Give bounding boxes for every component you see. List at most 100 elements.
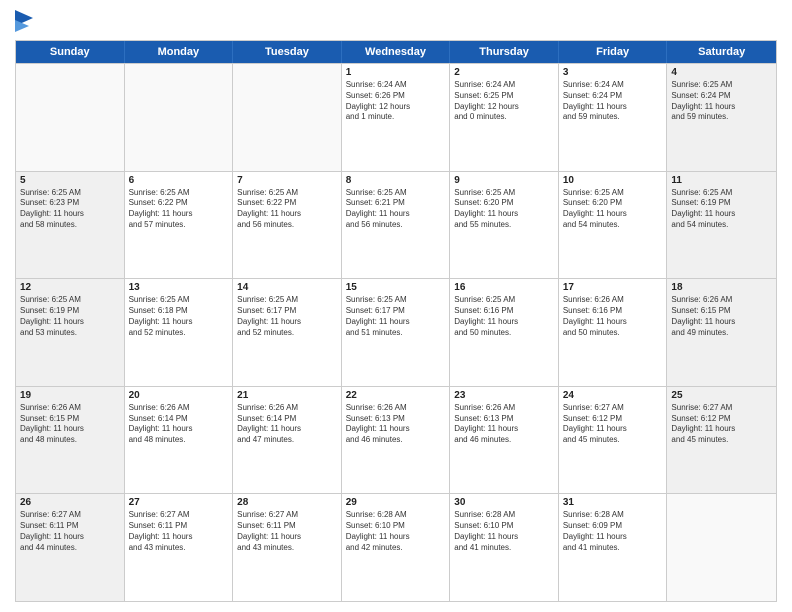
- calendar-cell: 6 Sunrise: 6:25 AM Sunset: 6:22 PM Daylig…: [125, 172, 234, 279]
- cell-info: Sunrise: 6:24 AM Sunset: 6:25 PM Dayligh…: [454, 80, 554, 123]
- calendar-row: 19 Sunrise: 6:26 AM Sunset: 6:15 PM Dayli…: [16, 386, 776, 494]
- weekday-header: Thursday: [450, 41, 559, 63]
- calendar-cell: 15Sunrise: 6:25 AM Sunset: 6:17 PM Dayli…: [342, 279, 451, 386]
- day-number: 8: [346, 175, 446, 186]
- calendar-cell: 20 Sunrise: 6:26 AM Sunset: 6:14 PM Dayli…: [125, 387, 234, 494]
- calendar-cell: 14 Sunrise: 6:25 AM Sunset: 6:17 PM Dayli…: [233, 279, 342, 386]
- calendar-cell: 2 Sunrise: 6:24 AM Sunset: 6:25 PM Daylig…: [450, 64, 559, 171]
- cell-info: Sunrise: 6:26 AM Sunset: 6:15 PM Dayligh…: [671, 295, 772, 338]
- calendar-cell: 12 Sunrise: 6:25 AM Sunset: 6:19 PM Dayli…: [16, 279, 125, 386]
- calendar-cell: 31 Sunrise: 6:28 AM Sunset: 6:09 PM Dayli…: [559, 494, 668, 601]
- cell-info: Sunrise: 6:27 AM Sunset: 6:11 PM Dayligh…: [129, 510, 229, 553]
- day-number: 30: [454, 497, 554, 508]
- calendar-cell: 8 Sunrise: 6:25 AM Sunset: 6:21 PM Daylig…: [342, 172, 451, 279]
- cell-info: Sunrise: 6:25 AM Sunset: 6:17 PM Dayligh…: [346, 295, 446, 338]
- cell-info: Sunrise: 6:28 AM Sunset: 6:09 PM Dayligh…: [563, 510, 663, 553]
- calendar-cell: 28 Sunrise: 6:27 AM Sunset: 6:11 PM Dayli…: [233, 494, 342, 601]
- day-number: 27: [129, 497, 229, 508]
- cell-info: Sunrise: 6:25 AM Sunset: 6:19 PM Dayligh…: [671, 188, 772, 231]
- cell-info: Sunrise: 6:26 AM Sunset: 6:14 PM Dayligh…: [129, 403, 229, 446]
- calendar-cell: 23Sunrise: 6:26 AM Sunset: 6:13 PM Dayli…: [450, 387, 559, 494]
- calendar-cell: 18 Sunrise: 6:26 AM Sunset: 6:15 PM Dayli…: [667, 279, 776, 386]
- cell-info: Sunrise: 6:26 AM Sunset: 6:14 PM Dayligh…: [237, 403, 337, 446]
- weekday-header: Wednesday: [342, 41, 451, 63]
- cell-info: Sunrise: 6:25 AM Sunset: 6:17 PM Dayligh…: [237, 295, 337, 338]
- day-number: 12: [20, 282, 120, 293]
- day-number: 25: [671, 390, 772, 401]
- logo-icon: [15, 10, 33, 34]
- weekday-header: Saturday: [667, 41, 776, 63]
- calendar-header: SundayMondayTuesdayWednesdayThursdayFrid…: [16, 41, 776, 63]
- day-number: 2: [454, 67, 554, 78]
- cell-info: Sunrise: 6:28 AM Sunset: 6:10 PM Dayligh…: [346, 510, 446, 553]
- day-number: 26: [20, 497, 120, 508]
- calendar-row: 1Sunrise: 6:24 AM Sunset: 6:26 PM Daylig…: [16, 63, 776, 171]
- cell-info: Sunrise: 6:27 AM Sunset: 6:11 PM Dayligh…: [237, 510, 337, 553]
- calendar-cell: 26 Sunrise: 6:27 AM Sunset: 6:11 PM Dayli…: [16, 494, 125, 601]
- calendar-cell: 5Sunrise: 6:25 AM Sunset: 6:23 PM Daylig…: [16, 172, 125, 279]
- calendar-cell: 22Sunrise: 6:26 AM Sunset: 6:13 PM Dayli…: [342, 387, 451, 494]
- calendar-cell: 30 Sunrise: 6:28 AM Sunset: 6:10 PM Dayli…: [450, 494, 559, 601]
- day-number: 3: [563, 67, 663, 78]
- day-number: 18: [671, 282, 772, 293]
- cell-info: Sunrise: 6:25 AM Sunset: 6:23 PM Dayligh…: [20, 188, 120, 231]
- cell-info: Sunrise: 6:26 AM Sunset: 6:16 PM Dayligh…: [563, 295, 663, 338]
- day-number: 21: [237, 390, 337, 401]
- calendar-cell: 21 Sunrise: 6:26 AM Sunset: 6:14 PM Dayli…: [233, 387, 342, 494]
- weekday-header: Sunday: [16, 41, 125, 63]
- weekday-header: Tuesday: [233, 41, 342, 63]
- cell-info: Sunrise: 6:25 AM Sunset: 6:21 PM Dayligh…: [346, 188, 446, 231]
- calendar-cell: 27 Sunrise: 6:27 AM Sunset: 6:11 PM Dayli…: [125, 494, 234, 601]
- calendar-cell: 7 Sunrise: 6:25 AM Sunset: 6:22 PM Daylig…: [233, 172, 342, 279]
- calendar-cell: [667, 494, 776, 601]
- cell-info: Sunrise: 6:25 AM Sunset: 6:24 PM Dayligh…: [671, 80, 772, 123]
- day-number: 19: [20, 390, 120, 401]
- calendar-cell: 13 Sunrise: 6:25 AM Sunset: 6:18 PM Dayli…: [125, 279, 234, 386]
- cell-info: Sunrise: 6:24 AM Sunset: 6:26 PM Dayligh…: [346, 80, 446, 123]
- day-number: 14: [237, 282, 337, 293]
- cell-info: Sunrise: 6:27 AM Sunset: 6:12 PM Dayligh…: [671, 403, 772, 446]
- calendar-row: 26 Sunrise: 6:27 AM Sunset: 6:11 PM Dayli…: [16, 493, 776, 601]
- cell-info: Sunrise: 6:26 AM Sunset: 6:15 PM Dayligh…: [20, 403, 120, 446]
- calendar-cell: 19 Sunrise: 6:26 AM Sunset: 6:15 PM Dayli…: [16, 387, 125, 494]
- day-number: 20: [129, 390, 229, 401]
- calendar-cell: 24Sunrise: 6:27 AM Sunset: 6:12 PM Dayli…: [559, 387, 668, 494]
- cell-info: Sunrise: 6:25 AM Sunset: 6:22 PM Dayligh…: [237, 188, 337, 231]
- calendar-cell: 9Sunrise: 6:25 AM Sunset: 6:20 PM Daylig…: [450, 172, 559, 279]
- weekday-header: Friday: [559, 41, 668, 63]
- day-number: 13: [129, 282, 229, 293]
- cell-info: Sunrise: 6:25 AM Sunset: 6:22 PM Dayligh…: [129, 188, 229, 231]
- day-number: 10: [563, 175, 663, 186]
- calendar-cell: 17 Sunrise: 6:26 AM Sunset: 6:16 PM Dayli…: [559, 279, 668, 386]
- day-number: 31: [563, 497, 663, 508]
- day-number: 24: [563, 390, 663, 401]
- day-number: 11: [671, 175, 772, 186]
- calendar-cell: 4 Sunrise: 6:25 AM Sunset: 6:24 PM Daylig…: [667, 64, 776, 171]
- cell-info: Sunrise: 6:24 AM Sunset: 6:24 PM Dayligh…: [563, 80, 663, 123]
- cell-info: Sunrise: 6:25 AM Sunset: 6:20 PM Dayligh…: [454, 188, 554, 231]
- calendar-cell: [233, 64, 342, 171]
- cell-info: Sunrise: 6:28 AM Sunset: 6:10 PM Dayligh…: [454, 510, 554, 553]
- calendar-cell: 1Sunrise: 6:24 AM Sunset: 6:26 PM Daylig…: [342, 64, 451, 171]
- day-number: 4: [671, 67, 772, 78]
- cell-info: Sunrise: 6:27 AM Sunset: 6:11 PM Dayligh…: [20, 510, 120, 553]
- calendar: SundayMondayTuesdayWednesdayThursdayFrid…: [15, 40, 777, 602]
- day-number: 29: [346, 497, 446, 508]
- cell-info: Sunrise: 6:25 AM Sunset: 6:20 PM Dayligh…: [563, 188, 663, 231]
- calendar-cell: [125, 64, 234, 171]
- day-number: 17: [563, 282, 663, 293]
- cell-info: Sunrise: 6:25 AM Sunset: 6:19 PM Dayligh…: [20, 295, 120, 338]
- calendar-body: 1Sunrise: 6:24 AM Sunset: 6:26 PM Daylig…: [16, 63, 776, 601]
- day-number: 7: [237, 175, 337, 186]
- cell-info: Sunrise: 6:25 AM Sunset: 6:18 PM Dayligh…: [129, 295, 229, 338]
- day-number: 28: [237, 497, 337, 508]
- calendar-cell: 10 Sunrise: 6:25 AM Sunset: 6:20 PM Dayli…: [559, 172, 668, 279]
- calendar-row: 5Sunrise: 6:25 AM Sunset: 6:23 PM Daylig…: [16, 171, 776, 279]
- calendar-cell: 16Sunrise: 6:25 AM Sunset: 6:16 PM Dayli…: [450, 279, 559, 386]
- day-number: 16: [454, 282, 554, 293]
- calendar-cell: 25 Sunrise: 6:27 AM Sunset: 6:12 PM Dayli…: [667, 387, 776, 494]
- day-number: 6: [129, 175, 229, 186]
- weekday-header: Monday: [125, 41, 234, 63]
- calendar-cell: 11 Sunrise: 6:25 AM Sunset: 6:19 PM Dayli…: [667, 172, 776, 279]
- logo: [15, 10, 35, 34]
